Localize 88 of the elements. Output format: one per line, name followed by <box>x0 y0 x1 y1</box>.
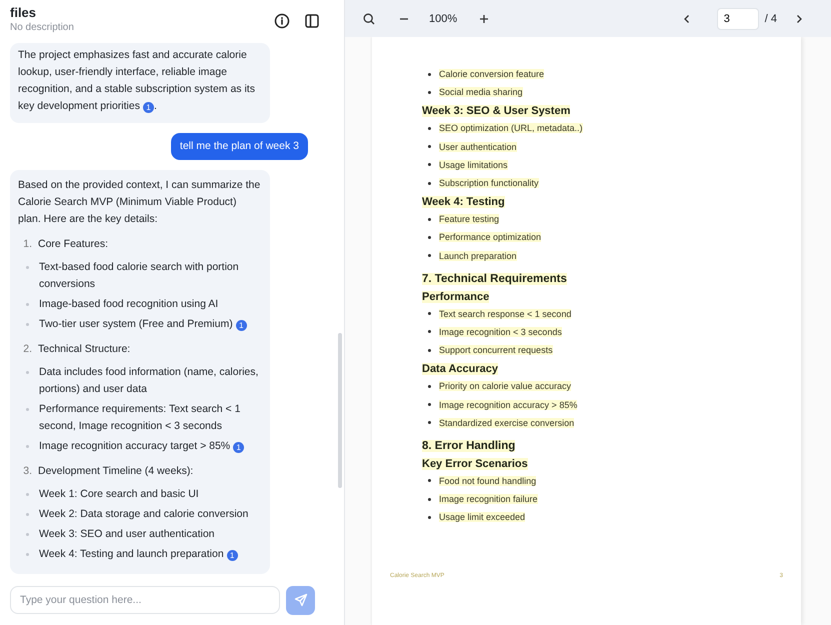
message-text: Based on the provided context, I can summarize the Calorie Search MVP (Minimum Viable Product) plan. Here are the key details: <box>18 178 262 227</box>
document-subheading: Data Accuracy <box>422 363 498 376</box>
list-item: Week 3: SEO and user authentication <box>39 527 216 542</box>
bullet-icon <box>428 72 431 76</box>
document-list-item: Usage limitations <box>439 160 508 170</box>
bullet-icon <box>26 445 29 448</box>
sidebar-toggle-button[interactable] <box>304 13 320 29</box>
list-number: 1. <box>22 237 32 252</box>
bullet-icon <box>428 421 431 424</box>
document-list-item: SEO optimization (URL, metadata..) <box>439 123 583 134</box>
section-title: Development Timeline (4 weeks): <box>38 464 194 479</box>
bullet-icon <box>428 163 431 166</box>
list-item: Week 1: Core search and basic UI <box>39 487 200 502</box>
send-icon <box>294 593 308 607</box>
bullet-icon <box>26 266 29 269</box>
bullet-icon <box>26 493 29 496</box>
bullet-icon <box>26 303 29 306</box>
document-list-item: Text search response < 1 second <box>439 308 572 319</box>
question-input-field[interactable]: Type your question here... <box>10 586 280 614</box>
bullet-icon <box>428 498 431 501</box>
document-list-item: Food not found handling <box>439 476 536 486</box>
bullet-icon <box>428 479 431 482</box>
bullet-icon <box>26 408 29 411</box>
bullet-icon <box>26 533 29 536</box>
document-heading: 7. Technical Requirements <box>422 272 567 285</box>
zoom-level: 100% <box>429 12 458 24</box>
chevron-left-icon <box>682 14 691 24</box>
list-number: 3. <box>22 464 32 479</box>
list-number: 2. <box>22 342 32 357</box>
document-subheading: Key Error Scenarios <box>422 458 528 470</box>
bullet-icon <box>26 371 29 374</box>
document-list-item: Social media sharing <box>439 87 523 98</box>
document-list-item: Feature testing <box>439 214 500 224</box>
search-icon <box>363 12 375 24</box>
list-item: Two-tier user system (Free and Premium) 1 <box>39 316 262 333</box>
assistant-message: The project emphasizes fast and accurate calorie lookup, user-friendly interface, reliable image recognition, and a stable subscription system as its key development priorities 1 . <box>10 43 270 123</box>
list-item: Week 4: Testing and launch preparation 1 <box>39 546 262 563</box>
bullet-icon <box>428 516 431 519</box>
bullet-icon <box>26 553 29 556</box>
list-item: Week 2: Data storage and calorie conversion <box>39 507 250 522</box>
document-list-item: Image recognition accuracy > 85% <box>439 400 578 410</box>
section-title: Technical Structure: <box>38 342 130 357</box>
document-heading: 8. Error Handling <box>422 440 516 452</box>
plus-icon <box>479 14 490 24</box>
list-item: Image-based food recognition using AI <box>39 297 220 312</box>
document-list-item: Usage limit exceeded <box>439 512 526 522</box>
bullet-icon <box>428 348 431 352</box>
bullet-icon <box>428 403 431 406</box>
bullet-icon <box>428 312 431 316</box>
document-list-item: User authentication <box>439 142 517 152</box>
sidebar-panel-icon <box>304 13 320 29</box>
bullet-icon <box>428 90 431 94</box>
list-item: Performance requirements: Text search < 1 second, Image recognition < 3 seconds <box>39 402 242 434</box>
user-message: tell me the plan of week 3 <box>170 133 308 160</box>
bullet-icon <box>428 218 431 221</box>
chat-title: files <box>10 5 38 20</box>
bullet-icon <box>428 182 431 185</box>
chat-description: No description <box>10 22 75 33</box>
bullet-icon <box>428 254 431 258</box>
document-list-item: Image recognition < 3 seconds <box>439 326 562 337</box>
bullet-icon <box>428 236 431 239</box>
document-subheading: Week 4: Testing <box>422 196 505 208</box>
bullet-icon <box>428 126 431 130</box>
list-item: Text-based food calorie search with portion conversions <box>39 260 240 292</box>
info-button[interactable] <box>274 13 290 29</box>
document-subheading: Week 3: SEO & User System <box>422 105 570 118</box>
list-item: Image recognition accuracy target > 85% 1 <box>39 438 262 455</box>
document-list-item: Priority on calorie value accuracy <box>439 381 572 392</box>
section-title: Core Features: <box>38 237 108 252</box>
chevron-right-icon <box>795 14 803 24</box>
scrollbar-thumb[interactable] <box>338 333 342 488</box>
info-icon <box>274 13 290 29</box>
document-list-item: Performance optimization <box>439 232 542 242</box>
bullet-icon <box>428 384 431 388</box>
document-list-item: Subscription functionality <box>439 178 539 188</box>
document-list-item: Support concurrent requests <box>439 345 553 356</box>
list-item: Data includes food information (name, calories, portions) and user data <box>39 365 260 397</box>
document-list-item: Calorie conversion feature <box>439 69 544 80</box>
bullet-icon <box>428 145 431 148</box>
document-list-item: Launch preparation <box>439 250 517 261</box>
page-total: / 4 <box>764 12 777 24</box>
bullet-icon <box>26 513 29 516</box>
page-number-field[interactable]: 3 <box>716 8 759 30</box>
document-list-item: Image recognition failure <box>439 494 538 504</box>
bullet-icon <box>26 323 29 326</box>
document-subheading: Performance <box>422 290 490 303</box>
document-list-item: Standardized exercise conversion <box>439 418 574 428</box>
bullet-icon <box>428 330 431 334</box>
